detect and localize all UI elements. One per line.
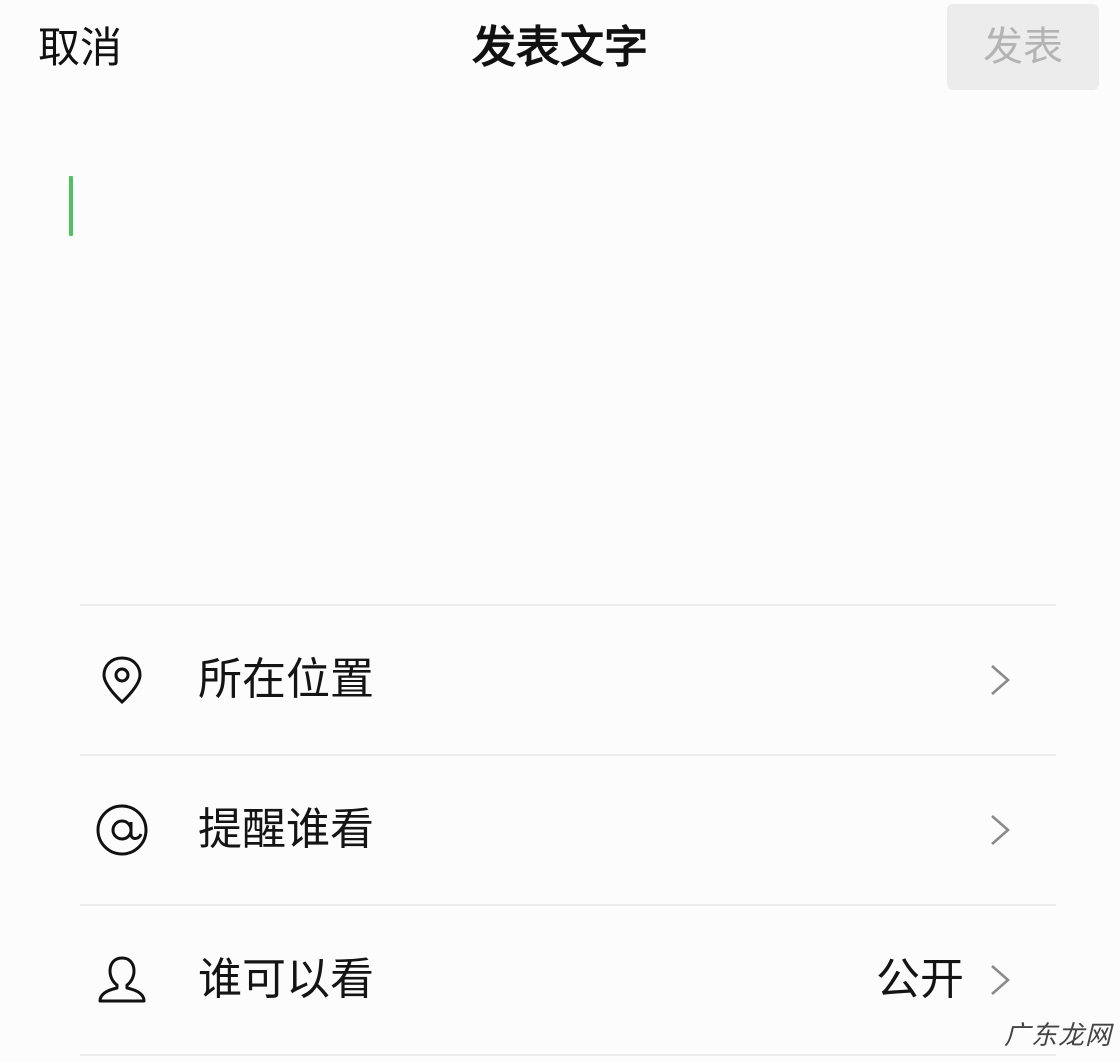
- watermark: 广东龙网: [1003, 1021, 1112, 1051]
- location-pin-icon: [94, 652, 150, 708]
- top-bar: 取消 发表文字 发表: [0, 0, 1120, 100]
- publish-button[interactable]: 发表: [947, 4, 1099, 90]
- divider: [80, 1054, 1056, 1056]
- chevron-right-icon: [988, 812, 1012, 848]
- post-text-input[interactable]: [40, 150, 1080, 570]
- option-location[interactable]: 所在位置: [80, 606, 1056, 754]
- visibility-value: 公开: [876, 954, 964, 1005]
- chevron-right-icon: [988, 962, 1012, 998]
- chevron-right-icon: [988, 662, 1012, 698]
- person-icon: [94, 952, 150, 1008]
- option-mention[interactable]: 提醒谁看: [80, 756, 1056, 904]
- option-label: 所在位置: [198, 654, 374, 705]
- option-visibility[interactable]: 谁可以看 公开: [80, 906, 1056, 1054]
- at-sign-icon: [94, 802, 150, 858]
- option-label: 提醒谁看: [198, 804, 374, 855]
- option-label: 谁可以看: [198, 954, 374, 1005]
- text-caret: [69, 176, 73, 236]
